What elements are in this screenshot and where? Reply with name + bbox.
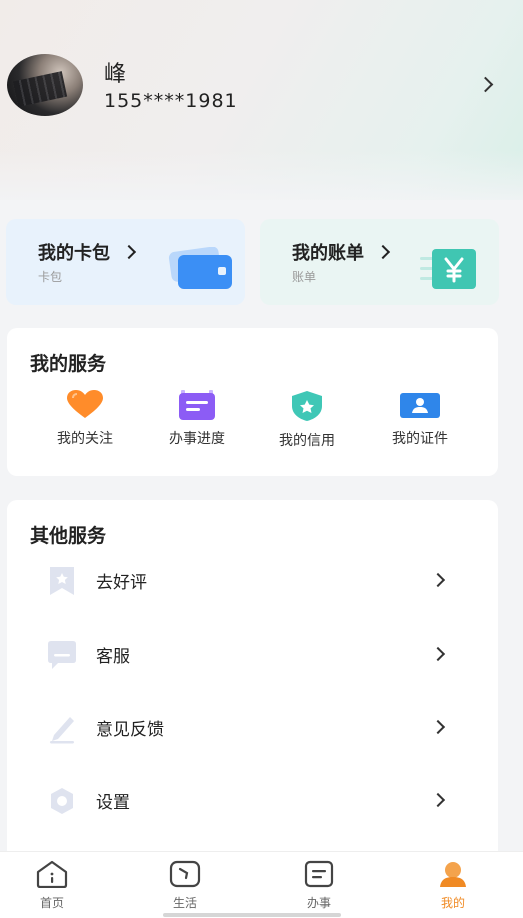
wallet-card-title: 我的卡包	[38, 243, 110, 264]
tab-home-label: 首页	[39, 896, 64, 910]
chevron-right-icon	[430, 572, 446, 588]
bill-card[interactable]: 我的账单 账单	[260, 219, 499, 305]
bookmark-star-icon	[50, 567, 74, 595]
pencil-icon	[50, 717, 74, 744]
yen-bill-icon	[420, 249, 476, 289]
avatar[interactable]	[7, 54, 83, 116]
header-fade	[0, 150, 523, 210]
list-item-feedback[interactable]: 意见反馈	[7, 703, 498, 753]
service-certificates-label: 我的证件	[392, 431, 448, 447]
service-follow-label: 我的关注	[57, 431, 113, 447]
wallet-card[interactable]: 我的卡包 卡包	[6, 219, 245, 305]
wallet-icon	[168, 247, 232, 289]
wallet-card-subtitle: 卡包	[38, 270, 63, 284]
service-progress-label: 办事进度	[169, 431, 225, 447]
bill-card-title-row: 我的账单	[292, 239, 391, 265]
list-item-settings-label: 设置	[96, 793, 130, 813]
doc-icon	[304, 860, 334, 888]
list-item-settings[interactable]: 设置	[7, 776, 498, 826]
user-name: 峰	[104, 62, 127, 87]
tab-affairs[interactable]: 办事	[284, 860, 354, 911]
chat-bubble-icon	[48, 641, 76, 669]
list-item-review-label: 去好评	[96, 573, 147, 593]
chevron-right-icon	[430, 646, 446, 662]
list-item-customer-service[interactable]: 客服	[7, 630, 498, 680]
service-follow[interactable]: 我的关注	[30, 390, 140, 448]
tab-mine[interactable]: 我的	[418, 860, 488, 911]
avatar-image	[12, 71, 68, 107]
service-certificates[interactable]: 我的证件	[365, 390, 475, 448]
other-services-panel: 其他服务 去好评 客服 意见反馈 设置	[7, 500, 498, 860]
tab-life[interactable]: 生活	[150, 860, 220, 911]
chevron-right-icon	[375, 244, 391, 260]
wallet-card-title-row: 我的卡包	[38, 239, 137, 265]
home-info-icon	[36, 860, 68, 888]
tab-mine-label: 我的	[440, 896, 465, 910]
heart-icon	[67, 390, 103, 418]
bottom-tab-bar: 首页 生活 办事 我的	[0, 851, 523, 918]
bill-card-title: 我的账单	[292, 243, 364, 264]
tab-life-label: 生活	[172, 896, 197, 910]
tab-affairs-label: 办事	[306, 896, 331, 910]
list-item-feedback-label: 意见反馈	[96, 720, 164, 740]
user-phone: 155****1981	[104, 90, 238, 112]
shield-star-icon	[292, 391, 322, 421]
bill-card-subtitle: 账单	[292, 270, 317, 284]
service-credit-label: 我的信用	[279, 433, 335, 449]
home-indicator	[163, 913, 341, 917]
my-services-title: 我的服务	[30, 353, 107, 375]
life-icon	[169, 860, 201, 888]
service-progress[interactable]: 办事进度	[142, 390, 252, 448]
chevron-right-icon	[430, 719, 446, 735]
gear-icon	[51, 788, 73, 814]
profile-row[interactable]: 峰 155****1981	[0, 48, 523, 124]
my-services-panel: 我的服务 我的关注 办事进度 我的信用 我的证件	[7, 328, 498, 476]
id-card-icon	[400, 393, 440, 418]
user-icon	[440, 862, 466, 887]
service-credit[interactable]: 我的信用	[252, 390, 362, 450]
other-services-title: 其他服务	[30, 525, 107, 547]
tab-home[interactable]: 首页	[17, 860, 87, 911]
list-item-review[interactable]: 去好评	[7, 556, 498, 606]
chevron-right-icon	[121, 244, 137, 260]
list-item-customer-service-label: 客服	[96, 647, 130, 667]
chevron-right-icon[interactable]	[477, 76, 494, 93]
chevron-right-icon	[430, 792, 446, 808]
progress-icon	[179, 390, 215, 420]
